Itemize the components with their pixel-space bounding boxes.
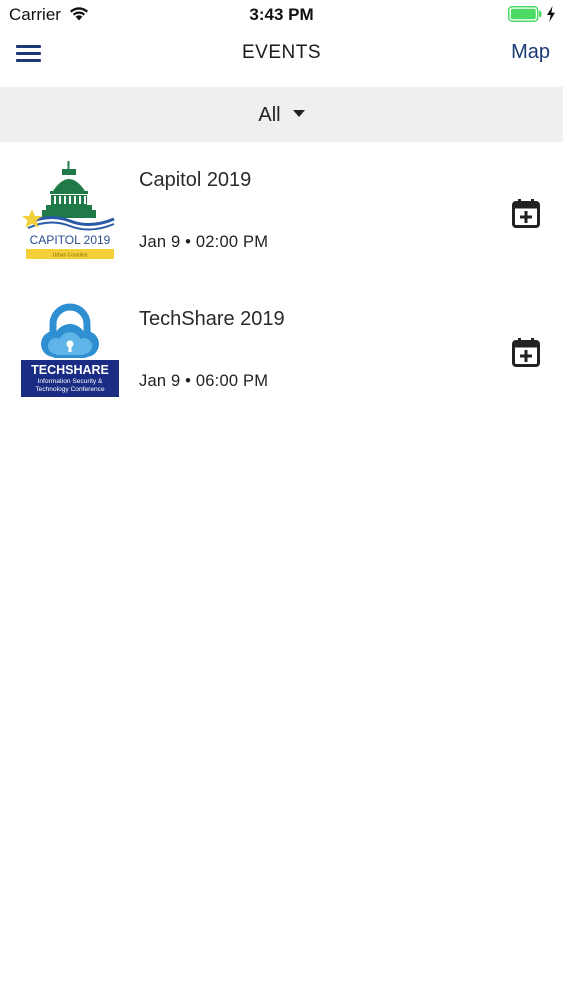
filter-selected-value: All bbox=[258, 104, 281, 126]
event-list-item[interactable]: TECHSHARE Information Security & Technol… bbox=[0, 282, 563, 420]
filter-control: All bbox=[0, 104, 563, 127]
page-title: EVENTS bbox=[241, 42, 322, 63]
calendar-add-icon[interactable] bbox=[512, 198, 540, 228]
event-title: TechShare 2019 bbox=[139, 308, 285, 330]
capitol-logo-text: CAPITOL 2019 bbox=[30, 233, 111, 247]
event-date: Jan 9 • 06:00 PM bbox=[139, 372, 269, 390]
battery-icon bbox=[508, 6, 542, 22]
charging-bolt-icon bbox=[547, 6, 555, 22]
caret-down-icon bbox=[292, 110, 305, 117]
techshare-logo-text: TECHSHARE bbox=[31, 363, 109, 377]
techshare-logo-subtext-2: Technology Conference bbox=[35, 386, 105, 393]
capitol-dome-logo: CAPITOL 2019 Urban Counties bbox=[22, 161, 115, 259]
navigation-bar: EVENTS Map bbox=[0, 30, 563, 86]
filter-dropdown[interactable]: All bbox=[0, 87, 563, 142]
calendar-add-icon[interactable] bbox=[512, 337, 540, 367]
status-bar: Carrier 3:43 PM bbox=[0, 0, 563, 30]
event-list-item[interactable]: CAPITOL 2019 Urban Counties Capitol 2019… bbox=[0, 143, 563, 281]
status-time: 3:43 PM bbox=[249, 5, 314, 24]
techshare-logo-subtext-1: Information Security & bbox=[38, 378, 103, 385]
capitol-logo-subtext: Urban Counties bbox=[53, 253, 88, 259]
map-button[interactable]: Map bbox=[511, 41, 550, 64]
event-title: Capitol 2019 bbox=[139, 169, 252, 191]
event-date: Jan 9 • 02:00 PM bbox=[139, 233, 269, 251]
cloud-lock-logo: TECHSHARE Information Security & Technol… bbox=[21, 303, 119, 397]
